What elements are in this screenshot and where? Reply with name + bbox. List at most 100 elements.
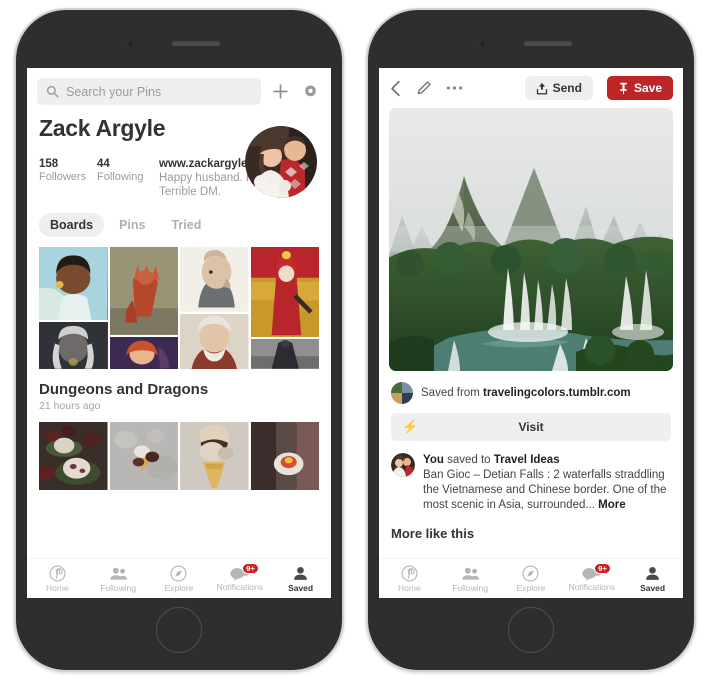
- tab-saved[interactable]: Saved: [622, 565, 683, 593]
- tab-explore-label: Explore: [516, 582, 546, 593]
- tab-home[interactable]: Home: [27, 564, 88, 593]
- tab-explore[interactable]: Explore: [501, 564, 562, 593]
- tab-notifications-label: Notifications: [216, 581, 263, 592]
- pin-source-row[interactable]: Saved from travelingcolors.tumblr.com: [379, 371, 683, 404]
- tab-saved[interactable]: Saved: [270, 565, 331, 593]
- followers-label: Followers: [39, 171, 87, 183]
- avatar[interactable]: [245, 126, 317, 198]
- board-cover-collage-2[interactable]: [27, 412, 331, 490]
- notifications-badge: 9+: [241, 562, 260, 574]
- settings-button[interactable]: [299, 81, 321, 103]
- share-upload-icon: [536, 82, 547, 94]
- tab-notifications-label: Notifications: [568, 581, 615, 592]
- pencil-icon[interactable]: [416, 80, 432, 96]
- collage-cell: [39, 247, 108, 321]
- tab-home[interactable]: Home: [379, 564, 440, 593]
- phone-device-right: Send Save Saved from travelingcolors.tum…: [366, 8, 696, 672]
- send-button[interactable]: Send: [524, 76, 593, 100]
- home-button[interactable]: [156, 607, 202, 653]
- cell-art: [180, 422, 249, 490]
- tab-following[interactable]: Following: [440, 565, 501, 593]
- tab-following-label: Following: [452, 582, 489, 593]
- collage-column: [39, 422, 108, 490]
- followers-count: 158: [39, 158, 59, 170]
- tab-following-label: Following: [100, 582, 137, 593]
- collage-column: [250, 247, 319, 369]
- earpiece-speaker: [524, 41, 572, 46]
- people-icon: [110, 567, 128, 580]
- profile-tabs: Boards Pins Tried: [27, 199, 331, 247]
- tab-pins[interactable]: Pins: [108, 213, 156, 237]
- collage-cell: [180, 247, 249, 312]
- description-more-link[interactable]: More: [598, 499, 625, 511]
- collage-column: [109, 422, 178, 490]
- bottom-tab-bar-left: Home Following Explore 9+ Notifications …: [27, 558, 331, 598]
- cell-art: [109, 422, 178, 490]
- search-input[interactable]: Search your Pins: [37, 78, 261, 105]
- pin-hero-image[interactable]: [389, 108, 673, 371]
- cell-art: [109, 247, 178, 335]
- tab-saved-label: Saved: [640, 582, 666, 593]
- cell-art: [250, 247, 319, 338]
- lightning-bolt-icon: ⚡: [402, 419, 419, 434]
- tab-explore[interactable]: Explore: [149, 564, 210, 593]
- cell-art: [39, 247, 108, 321]
- avatar-quadrant: [402, 382, 413, 393]
- board-cover-collage[interactable]: [27, 247, 331, 369]
- tab-notifications[interactable]: 9+ Notifications: [209, 562, 270, 592]
- home-button[interactable]: [508, 607, 554, 653]
- chevron-left-icon[interactable]: [389, 80, 402, 97]
- compass-icon: [170, 564, 187, 582]
- save-label: Save: [633, 81, 662, 95]
- collage-cell: [109, 247, 178, 335]
- avatar-quadrant: [391, 382, 402, 393]
- collage-column: [39, 247, 108, 369]
- user-avatar-photo: [391, 453, 415, 477]
- person-icon: [294, 566, 307, 580]
- tab-explore-label: Explore: [164, 582, 194, 593]
- add-pin-button[interactable]: [269, 81, 291, 103]
- pin-source-domain[interactable]: travelingcolors.tumblr.com: [483, 387, 631, 399]
- tab-saved-label: Saved: [288, 582, 314, 593]
- bottom-tab-bar-right: Home Following Explore 9+ Notifications …: [379, 558, 683, 598]
- tab-notifications[interactable]: 9+ Notifications: [561, 562, 622, 592]
- waterfall-landscape-photo: [389, 108, 673, 371]
- tab-following[interactable]: Following: [88, 565, 149, 593]
- visit-button[interactable]: ⚡ Visit: [391, 413, 671, 441]
- cell-art: [250, 422, 319, 490]
- collage-column: [250, 422, 319, 490]
- stat-followers[interactable]: 158 Followers: [39, 158, 97, 199]
- collage-cell: [180, 313, 249, 369]
- tumblr-collage-avatar: [391, 382, 413, 404]
- plus-icon: [272, 84, 288, 99]
- more-like-this-heading: More like this: [391, 526, 475, 541]
- description-board[interactable]: Travel Ideas: [494, 454, 560, 466]
- visit-label: Visit: [518, 420, 544, 434]
- following-label: Following: [97, 171, 144, 183]
- cell-art: [180, 247, 249, 312]
- tab-boards[interactable]: Boards: [39, 213, 105, 237]
- avatar[interactable]: [391, 453, 415, 477]
- collage-column: [180, 247, 249, 369]
- avatar-quadrant: [391, 393, 402, 404]
- board-title[interactable]: Dungeons and Dragons: [27, 369, 331, 398]
- following-count: 44: [97, 158, 110, 170]
- collage-column: [109, 247, 178, 369]
- collage-cell: [109, 422, 178, 490]
- pinterest-icon: [401, 564, 418, 582]
- stat-following[interactable]: 44 Following: [97, 158, 155, 199]
- screen-pin-detail: Send Save Saved from travelingcolors.tum…: [379, 68, 683, 598]
- description-actor: You: [423, 454, 444, 466]
- cell-art: [250, 339, 319, 369]
- collage-cell: [39, 422, 108, 490]
- collage-column: [180, 422, 249, 490]
- save-button[interactable]: Save: [606, 76, 673, 100]
- search-icon: [46, 85, 59, 98]
- phone-device-left: Search your Pins Zack Argyle 158 Followe…: [14, 8, 344, 672]
- collage-cell: [250, 339, 319, 369]
- tab-tried[interactable]: Tried: [160, 213, 212, 237]
- ellipsis-icon[interactable]: [446, 85, 463, 91]
- description-body: Ban Gioc – Detian Falls : 2 waterfalls s…: [423, 469, 667, 511]
- cell-art: [180, 313, 249, 369]
- gear-icon: [304, 85, 316, 97]
